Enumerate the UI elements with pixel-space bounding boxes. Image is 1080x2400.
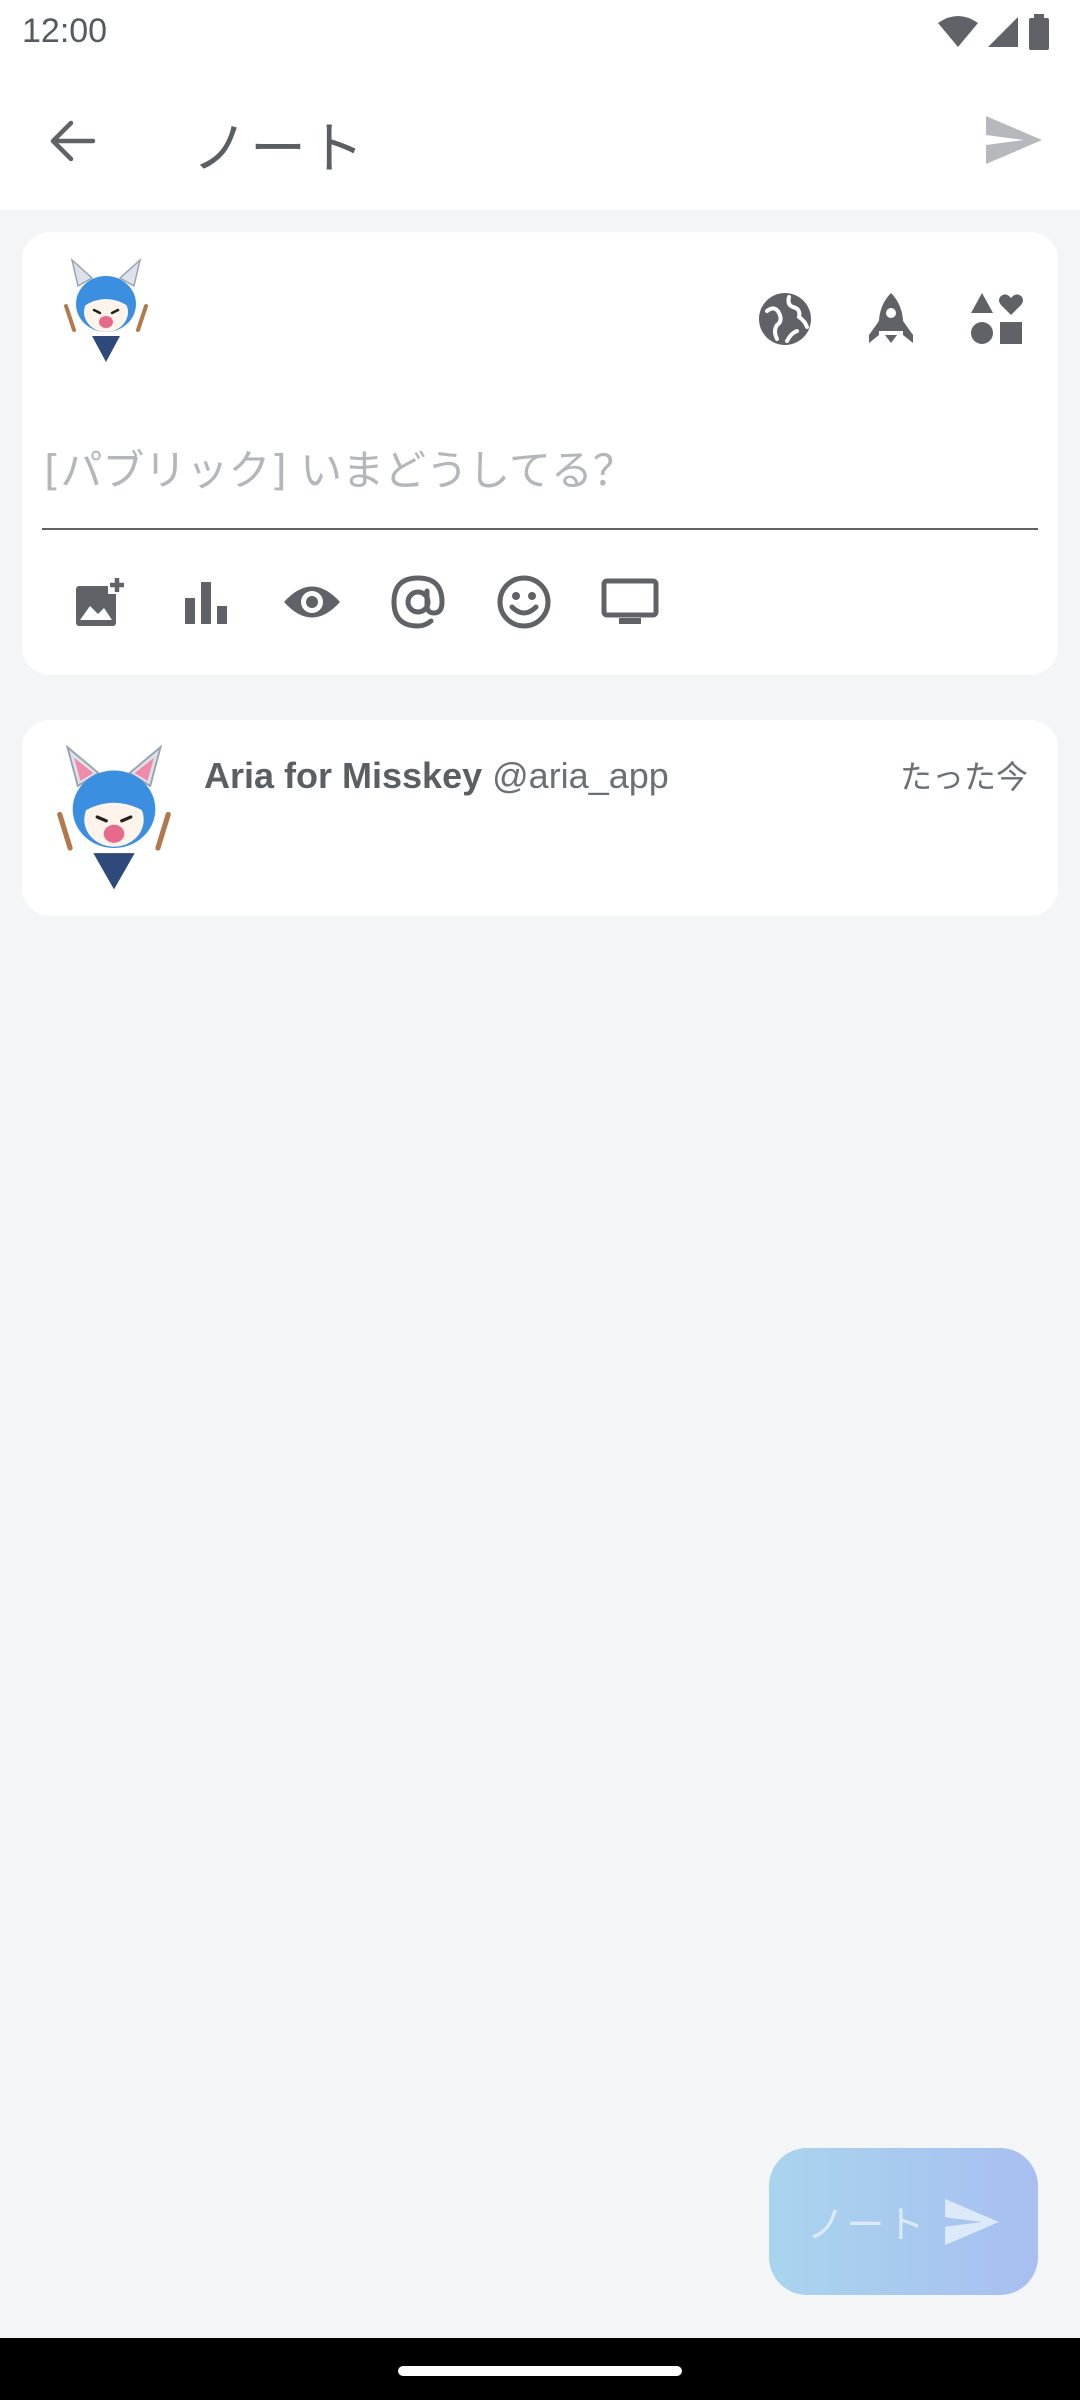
status-icons — [938, 14, 1050, 50]
poll-button[interactable] — [170, 566, 242, 638]
visibility-button[interactable] — [750, 284, 820, 354]
compose-card — [22, 232, 1058, 675]
avatar-image — [57, 744, 171, 890]
status-time: 12:00 — [22, 12, 108, 50]
back-button[interactable] — [34, 102, 112, 180]
poll-icon — [185, 582, 227, 624]
compose-actions — [750, 284, 1032, 354]
monitor-icon — [601, 578, 659, 624]
home-gesture-handle[interactable] — [398, 2366, 682, 2376]
local-only-button[interactable] — [856, 284, 926, 354]
system-nav-bar — [0, 2338, 1080, 2400]
mention-button[interactable] — [382, 566, 454, 638]
add-photo-icon — [76, 576, 126, 626]
send-button[interactable] — [972, 98, 1056, 182]
emoji-icon — [497, 575, 551, 629]
avatar[interactable] — [52, 742, 176, 892]
note-text-input[interactable] — [42, 432, 1038, 530]
rocket-icon — [869, 293, 913, 343]
add-media-button[interactable] — [64, 566, 136, 638]
shapes-icon — [971, 293, 1023, 344]
note-timestamp: たった今 — [899, 758, 1028, 796]
channel-button[interactable] — [594, 566, 666, 638]
status-bar: 12:00 — [0, 0, 1080, 64]
send-icon — [944, 2198, 999, 2245]
battery-icon — [1029, 14, 1049, 50]
at-icon — [391, 575, 445, 629]
send-icon — [986, 116, 1042, 164]
signal-icon — [988, 17, 1018, 47]
page-title: ノート — [192, 117, 366, 180]
fab-label: ノート — [806, 2203, 927, 2247]
app-bar: ノート — [0, 64, 1080, 210]
globe-icon — [759, 293, 811, 345]
compose-toolbar — [64, 566, 666, 638]
reaction-accept-button[interactable] — [962, 284, 1032, 354]
note-header: Aria for Misskey @aria_app たった今 — [204, 752, 1028, 798]
avatar-image — [64, 257, 148, 362]
eye-icon — [284, 586, 340, 618]
arrow-left-icon — [50, 120, 96, 162]
username: @aria_app — [492, 755, 669, 796]
emoji-button[interactable] — [488, 566, 560, 638]
content-warning-button[interactable] — [276, 566, 348, 638]
avatar[interactable] — [58, 256, 154, 364]
display-name[interactable]: Aria for Misskey — [204, 755, 482, 797]
note-preview-card[interactable]: Aria for Misskey @aria_app たった今 — [22, 720, 1058, 916]
post-note-fab[interactable]: ノート — [769, 2148, 1038, 2295]
wifi-icon — [938, 16, 978, 47]
